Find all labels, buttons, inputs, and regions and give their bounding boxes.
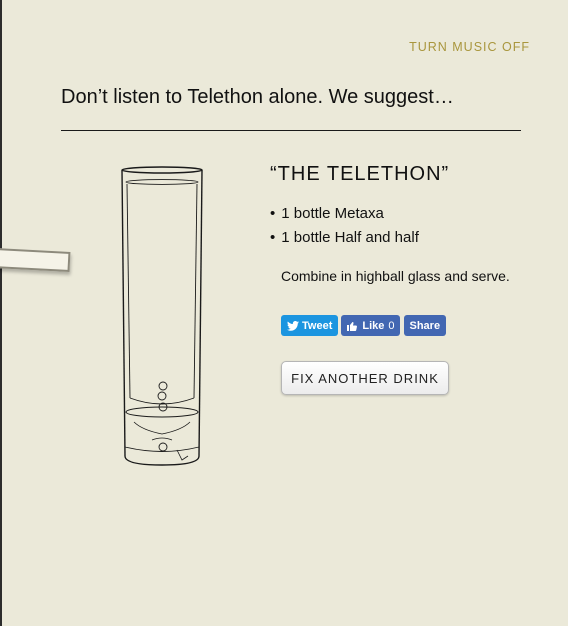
ingredient-item: 1 bottle Half and half	[270, 226, 419, 250]
page-headline: Don’t listen to Telethon alone. We sugge…	[61, 86, 454, 108]
ingredient-list: 1 bottle Metaxa 1 bottle Half and half	[270, 202, 419, 250]
headline-divider	[61, 130, 521, 131]
highball-glass-illustration	[112, 160, 212, 470]
tweet-label: Tweet	[302, 319, 333, 332]
facebook-like-button[interactable]: Like 0	[341, 315, 400, 336]
drink-name: “THE TELETHON”	[270, 163, 450, 185]
like-count: 0	[388, 319, 395, 332]
left-page-edge	[0, 0, 2, 626]
social-share-bar: Tweet Like 0 Share	[281, 315, 447, 336]
turn-music-off-link[interactable]: TURN MUSIC OFF	[409, 40, 530, 54]
tweet-button[interactable]: Tweet	[281, 315, 339, 336]
fix-another-drink-button[interactable]: FIX ANOTHER DRINK	[281, 361, 449, 395]
paper-strip-decoration	[0, 248, 71, 272]
share-label: Share	[409, 319, 441, 332]
drink-instructions: Combine in highball glass and serve.	[281, 268, 510, 284]
like-label: Like	[362, 319, 385, 332]
facebook-share-button[interactable]: Share	[403, 315, 447, 336]
thumbs-up-icon	[346, 320, 358, 332]
twitter-bird-icon	[287, 320, 299, 331]
ingredient-item: 1 bottle Metaxa	[270, 202, 419, 226]
